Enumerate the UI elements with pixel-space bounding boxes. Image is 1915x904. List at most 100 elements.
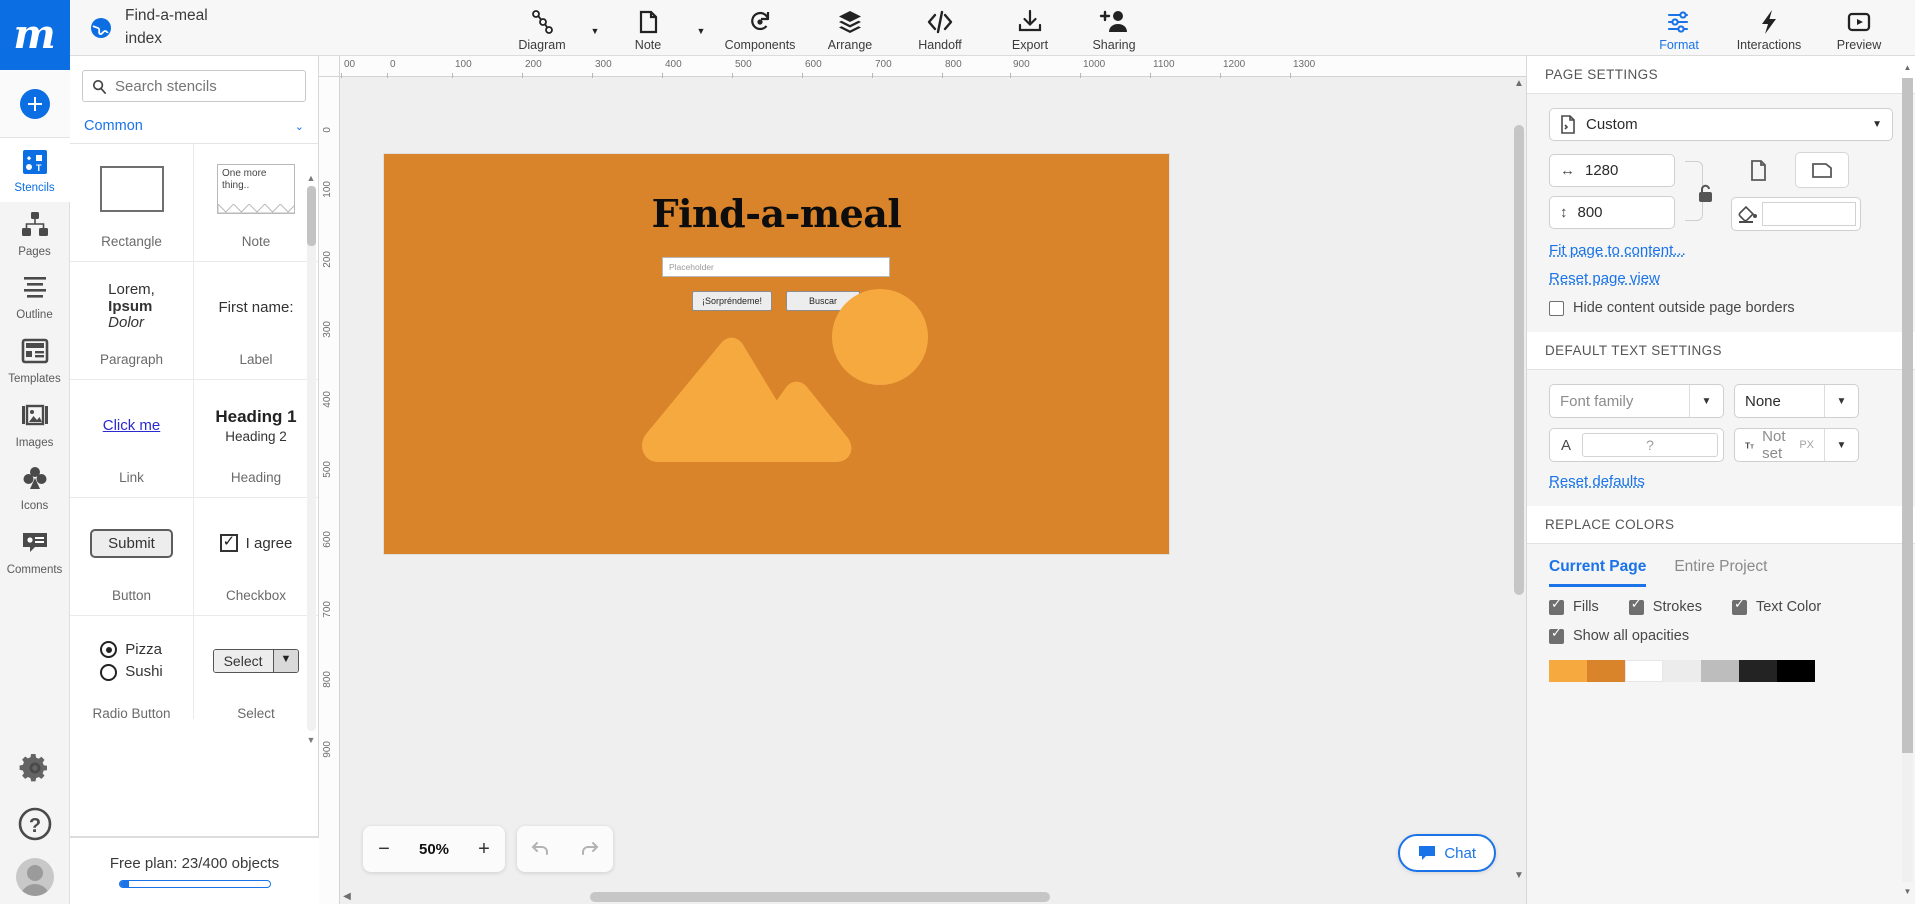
portrait-orientation-button[interactable] <box>1731 152 1785 188</box>
landscape-orientation-button[interactable] <box>1795 152 1849 188</box>
redo-button[interactable] <box>565 837 613 862</box>
diagram-dropdown-caret[interactable]: ▼ <box>584 26 606 36</box>
canvas-horizontal-scrollbar[interactable]: ◀ <box>340 890 1512 904</box>
mockup-mountains-shape[interactable] <box>622 334 870 494</box>
stencil-note[interactable]: One more thing.. Note <box>194 144 318 262</box>
wireframe-page[interactable]: Find-a-meal Placeholder ¡Sorpréndeme! Bu… <box>384 154 1169 554</box>
stencil-checkbox[interactable]: I agree Checkbox <box>194 498 318 616</box>
right-panel-scroll-down-arrow[interactable]: ▼ <box>1902 884 1913 900</box>
color-swatch[interactable] <box>1549 660 1587 682</box>
undo-button[interactable] <box>517 837 565 862</box>
canvas-horizontal-scroll-thumb[interactable] <box>590 892 1050 902</box>
page-preset-caret-icon[interactable]: ▼ <box>1872 119 1882 130</box>
strokes-checkbox-row[interactable]: Strokes <box>1628 596 1702 615</box>
canvas-scroll-down-arrow[interactable]: ▼ <box>1512 869 1526 883</box>
stencil-heading[interactable]: Heading 1 Heading 2 Heading <box>194 380 318 498</box>
color-swatch[interactable] <box>1777 660 1815 682</box>
font-style-caret-icon[interactable]: ▼ <box>1824 385 1858 417</box>
tool-interactions[interactable]: Interactions <box>1721 3 1817 52</box>
tool-handoff[interactable]: Handoff <box>892 3 988 52</box>
search-box[interactable] <box>82 70 306 102</box>
mockup-title[interactable]: Find-a-meal <box>384 191 1169 236</box>
stencil-radio-button[interactable]: Pizza Sushi Radio Button <box>70 616 194 719</box>
avatar[interactable] <box>15 858 54 896</box>
page-height-field[interactable]: ↕ 800 <box>1549 196 1675 229</box>
font-family-caret-icon[interactable]: ▼ <box>1689 385 1723 417</box>
stencil-link[interactable]: Click me Link <box>70 380 194 498</box>
sidebar-item-icons[interactable]: Icons <box>0 456 70 520</box>
document-title-group[interactable]: Find-a-meal index <box>70 5 500 50</box>
text-color-checkbox-row[interactable]: Text Color <box>1731 596 1821 615</box>
canvas-scroll-up-arrow[interactable]: ▲ <box>1512 77 1526 91</box>
tool-export[interactable]: Export <box>988 3 1072 52</box>
search-input[interactable] <box>115 77 305 95</box>
hide-content-checkbox-row[interactable]: Hide content outside page borders <box>1549 300 1893 316</box>
sidebar-item-templates[interactable]: Templates <box>0 329 70 393</box>
canvas-scroll-left-arrow[interactable]: ◀ <box>340 890 354 904</box>
reset-page-view-link[interactable]: Reset page view <box>1549 270 1660 287</box>
zoom-out-button[interactable]: − <box>363 838 405 861</box>
strokes-checkbox[interactable] <box>1628 596 1644 615</box>
stencil-scrollbar-thumb[interactable] <box>307 186 316 246</box>
fills-checkbox[interactable] <box>1549 596 1564 615</box>
settings-button[interactable] <box>0 742 70 797</box>
stencil-scrollbar[interactable] <box>307 186 316 731</box>
fills-checkbox-row[interactable]: Fills <box>1549 596 1599 615</box>
font-size-select[interactable]: TT Not set PX ▼ <box>1734 428 1859 462</box>
aspect-lock-group[interactable] <box>1685 153 1721 231</box>
help-button[interactable]: ? <box>0 797 70 854</box>
stencil-category-header[interactable]: Common ⌄ <box>70 112 318 143</box>
mockup-search-input[interactable]: Placeholder <box>662 257 890 277</box>
canvas-area[interactable]: 00 0 100 200 300 400 500 600 700 800 900… <box>319 56 1526 904</box>
hide-content-checkbox[interactable] <box>1549 300 1564 316</box>
page-preset-select[interactable]: Custom ▼ <box>1549 108 1893 141</box>
canvas-vertical-scrollbar[interactable]: ▲ ▼ <box>1512 77 1526 883</box>
font-family-select[interactable]: Font family ▼ <box>1549 384 1724 418</box>
canvas-vertical-scroll-thumb[interactable] <box>1514 125 1524 595</box>
text-color-field[interactable]: A ? <box>1549 428 1724 462</box>
font-style-select[interactable]: None ▼ <box>1734 384 1859 418</box>
zoom-level-value[interactable]: 50% <box>405 841 463 858</box>
zoom-in-button[interactable]: + <box>463 838 505 861</box>
unlocked-icon[interactable] <box>1697 184 1714 203</box>
show-opacities-checkbox-row[interactable]: Show all opacities <box>1549 625 1893 644</box>
stencil-paragraph[interactable]: Lorem, Ipsum Dolor Paragraph <box>70 262 194 380</box>
right-panel-scroll-thumb[interactable] <box>1902 78 1913 753</box>
stencil-scroll-up-arrow[interactable]: ▲ <box>305 172 317 185</box>
mockup-surprise-button[interactable]: ¡Sorpréndeme! <box>691 291 773 311</box>
chevron-down-icon[interactable]: ⌄ <box>295 120 304 133</box>
sidebar-item-comments[interactable]: Comments <box>0 520 70 584</box>
text-color-value[interactable]: ? <box>1582 433 1718 457</box>
tool-sharing[interactable]: Sharing <box>1072 3 1156 52</box>
stencil-rectangle[interactable]: Rectangle <box>70 144 194 262</box>
stencil-button[interactable]: Submit Button <box>70 498 194 616</box>
sidebar-item-stencils[interactable]: T Stencils <box>0 138 70 202</box>
tool-components[interactable]: Components <box>712 3 808 52</box>
color-swatch[interactable] <box>1739 660 1777 682</box>
add-new-button[interactable] <box>0 70 70 138</box>
fit-page-to-content-link[interactable]: Fit page to content... <box>1549 242 1686 259</box>
chat-button[interactable]: Chat <box>1398 834 1496 872</box>
color-swatch[interactable] <box>1701 660 1739 682</box>
tool-preview[interactable]: Preview <box>1817 3 1901 52</box>
reset-defaults-link[interactable]: Reset defaults <box>1549 473 1645 490</box>
note-dropdown-caret[interactable]: ▼ <box>690 26 712 36</box>
stencil-select[interactable]: Select ▼ Select <box>194 616 318 719</box>
right-panel-scrollbar[interactable]: ▲ ▼ <box>1902 60 1913 900</box>
page-width-field[interactable]: ↔ 1280 <box>1549 154 1675 187</box>
font-size-caret-icon[interactable]: ▼ <box>1824 429 1858 461</box>
stencil-scroll-down-arrow[interactable]: ▼ <box>305 734 317 747</box>
page-fill-control[interactable] <box>1731 197 1861 231</box>
color-swatch[interactable] <box>1663 660 1701 682</box>
sidebar-item-images[interactable]: Images <box>0 393 70 457</box>
tool-note[interactable]: Note <box>606 3 690 52</box>
page-fill-swatch[interactable] <box>1762 202 1856 226</box>
stencil-label[interactable]: First name: Label <box>194 262 318 380</box>
tool-format[interactable]: Format <box>1637 3 1721 52</box>
show-opacities-checkbox[interactable] <box>1549 625 1564 644</box>
text-color-checkbox[interactable] <box>1731 596 1747 615</box>
app-logo[interactable]: m <box>0 0 70 70</box>
color-swatch[interactable] <box>1587 660 1625 682</box>
sidebar-item-outline[interactable]: Outline <box>0 265 70 329</box>
tab-entire-project[interactable]: Entire Project <box>1674 558 1767 587</box>
